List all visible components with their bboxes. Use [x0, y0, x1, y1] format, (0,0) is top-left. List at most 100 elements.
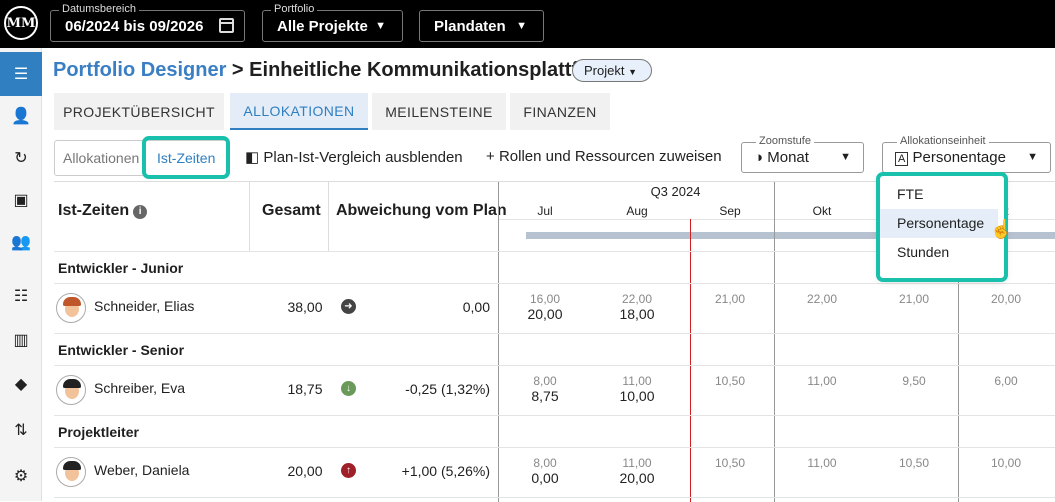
- breadcrumb-root[interactable]: Portfolio Designer: [53, 59, 226, 81]
- group-title: Entwickler - Senior: [58, 342, 185, 358]
- header-total: Gesamt: [262, 202, 321, 219]
- tab-allokationen[interactable]: ALLOKATIONEN: [230, 93, 368, 130]
- group-title: Projektleiter: [58, 424, 139, 440]
- person-name[interactable]: Schreiber, Eva: [94, 380, 185, 396]
- unit-icon: A: [895, 152, 909, 166]
- plan-value: 10,50: [714, 456, 746, 470]
- group-title: Entwickler - Junior: [58, 260, 184, 276]
- plan-data-select[interactable]: Plandaten ▼: [419, 10, 544, 42]
- actual-value: 8,75: [531, 388, 559, 404]
- portfolio-value: Alle Projekte: [277, 18, 368, 35]
- plan-value: 6,00: [994, 374, 1018, 388]
- person-name[interactable]: Schneider, Elias: [94, 298, 194, 314]
- calendar-icon[interactable]: [219, 18, 234, 33]
- zoom-text: Monat: [767, 149, 809, 166]
- assign-resources-label: Rollen und Ressourcen zuweisen: [498, 148, 722, 165]
- unit-select[interactable]: Allokationseinheit A Personentage ▼: [882, 135, 1051, 173]
- plan-data-value: Plandaten: [434, 18, 506, 35]
- month-cell[interactable]: 21,00: [868, 292, 960, 306]
- divider: [54, 333, 1055, 334]
- month-header: Okt: [812, 204, 832, 218]
- columns-icon[interactable]: ▥: [0, 320, 42, 360]
- month-cell[interactable]: 10,00: [960, 456, 1052, 470]
- month-cell[interactable]: 6,00: [960, 374, 1052, 388]
- swap-icon[interactable]: ⇅: [0, 410, 42, 450]
- breadcrumb-separator: >: [231, 59, 244, 81]
- plan-value: 16,00: [529, 292, 561, 306]
- contact-icon[interactable]: ▣: [0, 180, 42, 220]
- actual-value: 18,00: [619, 306, 655, 322]
- table-row[interactable]: Schneider, Elias 38,00 ➜ 0,00 16,00 20,00…: [54, 283, 1055, 333]
- plan-value: 21,00: [714, 292, 746, 306]
- actual-value: 20,00: [619, 470, 655, 486]
- month-cell[interactable]: 11,00 10,00: [591, 374, 683, 404]
- month-cell[interactable]: 10,50: [684, 374, 776, 388]
- month-cell[interactable]: 22,00: [776, 292, 868, 306]
- plan-value: 11,00: [622, 374, 652, 388]
- page-title: Einheitliche Kommunikationsplattform: [249, 59, 616, 81]
- month-cell[interactable]: 10,50: [868, 456, 960, 470]
- direction-icon[interactable]: ◆: [0, 364, 42, 404]
- info-icon[interactable]: i: [133, 205, 148, 219]
- group-icon[interactable]: 👥: [0, 222, 42, 262]
- menu-icon[interactable]: ☰: [0, 52, 42, 96]
- month-cell[interactable]: 11,00 20,00: [591, 456, 683, 486]
- hand-cursor-icon: ☝: [990, 219, 1013, 239]
- tab-finanzen[interactable]: FINANZEN: [510, 93, 610, 130]
- plan-value: 11,00: [807, 456, 837, 470]
- toggle-allokationen[interactable]: Allokationen: [63, 150, 139, 166]
- assign-resources-button[interactable]: + Rollen und Ressourcen zuweisen: [486, 148, 722, 165]
- unit-text: Personentage: [912, 149, 1006, 166]
- plan-value: 10,00: [990, 456, 1022, 470]
- date-range-label: Datumsbereich: [59, 3, 139, 15]
- divider: [54, 415, 1055, 416]
- quarter-header: Q3 2024: [650, 184, 701, 199]
- app-logo[interactable]: MM: [4, 6, 38, 40]
- month-cell[interactable]: 11,00: [776, 456, 868, 470]
- deviation-value: +1,00 (5,26%): [401, 463, 490, 479]
- month-cell[interactable]: 8,00 8,75: [499, 374, 591, 404]
- project-type-chip[interactable]: Projekt ▼: [572, 59, 652, 82]
- chevron-down-icon: ▼: [1027, 151, 1038, 163]
- chip-label: Projekt: [584, 63, 625, 78]
- hide-comparison-button[interactable]: ◧ Plan-Ist-Vergleich ausblenden: [245, 148, 463, 166]
- refresh-icon[interactable]: ↻: [0, 138, 42, 178]
- plan-value: 10,50: [898, 456, 930, 470]
- list-icon[interactable]: ☷: [0, 276, 42, 316]
- settings-icon[interactable]: ⚙: [0, 456, 42, 496]
- deviation-value: -0,25 (1,32%): [405, 381, 490, 397]
- zoom-select[interactable]: Zoomstufe ◑ Monat ▼: [741, 135, 864, 173]
- date-range-field[interactable]: Datumsbereich 06/2024 bis 09/2026: [50, 3, 245, 42]
- month-cell[interactable]: 10,50: [684, 456, 776, 470]
- month-cell[interactable]: 8,00 0,00: [499, 456, 591, 486]
- table-row[interactable]: Weber, Daniela 20,00 ↑ +1,00 (5,26%) 8,0…: [54, 447, 1055, 497]
- person-name[interactable]: Weber, Daniela: [94, 462, 189, 478]
- plan-value: 21,00: [898, 292, 930, 306]
- month-cell[interactable]: 21,00: [684, 292, 776, 306]
- month-cell[interactable]: 9,50: [868, 374, 960, 388]
- actual-value: 0,00: [531, 470, 559, 486]
- highlight-frame: [142, 136, 230, 179]
- month-header: Jul: [537, 204, 553, 218]
- month-cell[interactable]: 11,00: [776, 374, 868, 388]
- plan-value: 11,00: [807, 374, 837, 388]
- month-cell[interactable]: 22,00 18,00: [591, 292, 683, 322]
- zoom-icon: ◑: [754, 149, 764, 166]
- month-cell[interactable]: 16,00 20,00: [499, 292, 591, 322]
- tab-projektuebersicht[interactable]: PROJEKTÜBERSICHT: [54, 93, 224, 130]
- avatar: [56, 293, 86, 323]
- month-cell[interactable]: 20,00: [960, 292, 1052, 306]
- chevron-down-icon: ▼: [375, 20, 386, 32]
- plan-value: 11,00: [622, 456, 652, 470]
- table-row[interactable]: Schreiber, Eva 18,75 ↓ -0,25 (1,32%) 8,0…: [54, 365, 1055, 415]
- user-list-icon[interactable]: 👤: [0, 96, 42, 136]
- avatar: [56, 457, 86, 487]
- portfolio-select[interactable]: Portfolio Alle Projekte ▼: [262, 3, 403, 42]
- portfolio-label: Portfolio: [271, 3, 318, 15]
- actual-value: 10,00: [619, 388, 655, 404]
- plan-value: 22,00: [806, 292, 838, 306]
- plan-value: 20,00: [990, 292, 1022, 306]
- header-name-text: Ist-Zeiten: [58, 202, 130, 219]
- compare-icon: ◧: [245, 149, 260, 166]
- tab-meilensteine[interactable]: MEILENSTEINE: [372, 93, 506, 130]
